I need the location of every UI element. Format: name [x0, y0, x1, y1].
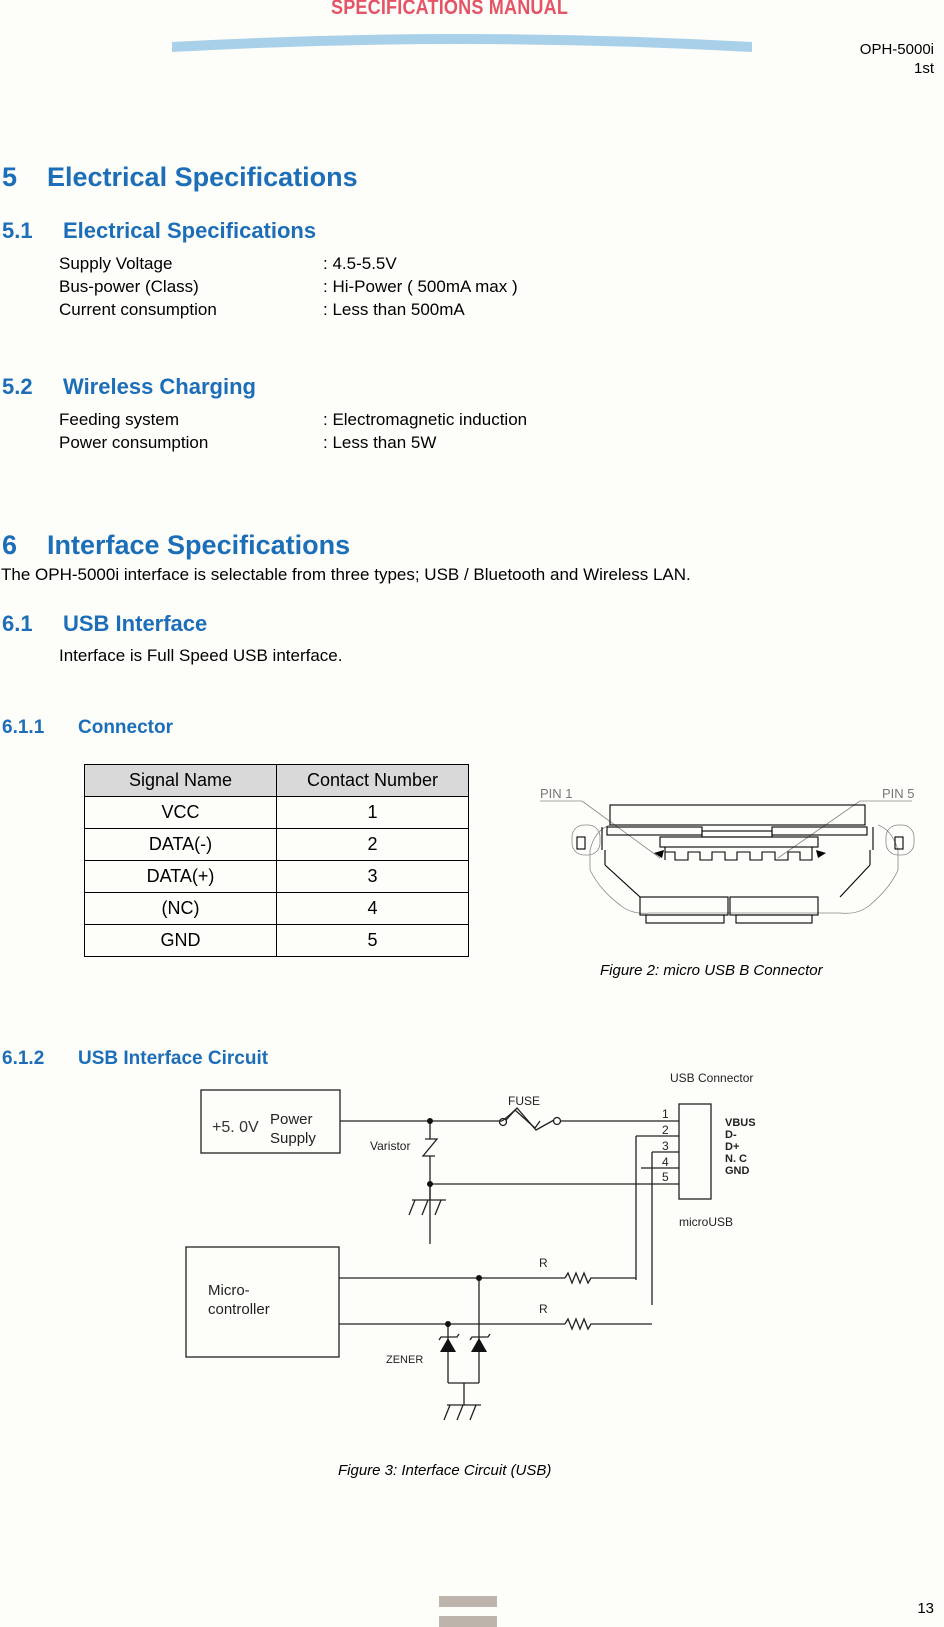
section-number: 6: [2, 530, 18, 560]
zener-diode-icon: [440, 1338, 456, 1352]
banner-title: SPECIFICATIONS MANUAL: [331, 0, 569, 19]
contact-number: 3: [276, 860, 469, 893]
table-header-row: Signal Name Contact Number: [84, 764, 469, 797]
table-row: DATA(+) 3: [84, 860, 469, 893]
table-row: (NC) 4: [84, 892, 469, 925]
section-title: USB Interface: [63, 611, 208, 636]
banner-bar: [172, 34, 752, 52]
signal-label: VBUS: [725, 1117, 756, 1129]
resistor-label: R: [539, 1302, 548, 1316]
section-title: Wireless Charging: [63, 374, 256, 399]
footer-decoration-bar: [439, 1616, 497, 1627]
signal-name: DATA(-): [84, 828, 277, 861]
contact-number: 2: [276, 828, 469, 861]
figure-3-caption: Figure 3: Interface Circuit (USB): [338, 1462, 552, 1479]
section-5-2-heading: 5.2 Wireless Charging: [2, 374, 256, 400]
pin-1-label: PIN 1: [540, 786, 573, 801]
document-id: OPH-5000i 1st: [860, 40, 934, 78]
section-5-1-heading: 5.1 Electrical Specifications: [2, 218, 316, 244]
section-6-1-heading: 6.1 USB Interface: [2, 611, 207, 637]
spec-value: : Less than 500mA: [323, 300, 465, 319]
page-number: 13: [917, 1600, 934, 1617]
section-5-heading: 5 Electrical Specifications: [2, 162, 358, 193]
junction-dot: [427, 1181, 433, 1187]
table-row: VCC 1: [84, 796, 469, 829]
spec-label: Feeding system: [59, 410, 179, 429]
section-6-heading: 6 Interface Specifications: [2, 530, 350, 561]
usb-connector-block: [678, 1103, 712, 1200]
power-label: Power: [270, 1111, 313, 1128]
signal-name: (NC): [84, 892, 277, 925]
spec-value: : Electromagnetic induction: [323, 410, 528, 429]
signal-label: N. C: [725, 1153, 747, 1165]
section-number: 5: [2, 162, 18, 192]
figure-2-caption: Figure 2: micro USB B Connector: [600, 962, 823, 979]
zener-diode-icon: [471, 1338, 487, 1352]
resistor-label: R: [539, 1256, 548, 1270]
mcu-label: Micro-: [208, 1282, 250, 1299]
contact-number: 5: [276, 924, 469, 957]
signal-label: D+: [725, 1141, 739, 1153]
section-number: 6.1.1: [2, 717, 45, 738]
fuse-terminal: [552, 1116, 562, 1126]
column-header: Contact Number: [276, 764, 469, 797]
signal-label: D-: [725, 1129, 737, 1141]
model-number: OPH-5000i: [859, 41, 934, 58]
usb-interface-circuit-diagram: USB Connector +5. 0V Power Supply Varist…: [185, 1071, 756, 1421]
pin-number: 5: [662, 1170, 669, 1184]
table-row: DATA(-) 2: [84, 828, 469, 861]
usb-connector-label: USB Connector: [670, 1071, 753, 1085]
column-header: Signal Name: [84, 764, 277, 797]
pin-number: 4: [662, 1155, 669, 1169]
section-6-1-1-heading: 6.1.1 Connector: [2, 717, 173, 739]
mcu-label: controller: [208, 1301, 270, 1318]
signal-name: DATA(+): [84, 860, 277, 893]
connector-table: Signal Name Contact Number VCC 1 DATA(-)…: [84, 764, 469, 957]
section-number: 5.1: [2, 218, 33, 243]
signal-label: GND: [725, 1165, 750, 1177]
contact-number: 4: [276, 892, 469, 925]
junction-dot: [427, 1118, 433, 1124]
power-voltage-label: +5. 0V: [212, 1119, 259, 1136]
pin-number: 1: [662, 1107, 669, 1121]
pin-number: 2: [662, 1123, 669, 1137]
spec-value: : Less than 5W: [323, 433, 437, 452]
pin-5-label: PIN 5: [882, 786, 915, 801]
section-number: 6.1: [2, 611, 33, 636]
section-6-intro: The OPH-5000i interface is selectable fr…: [1, 565, 691, 584]
table-row: GND 5: [84, 924, 469, 957]
section-title: Electrical Specifications: [47, 162, 358, 192]
section-number: 5.2: [2, 374, 33, 399]
micro-usb-connector-drawing: PIN 1 PIN 5: [540, 786, 915, 924]
junction-dot: [445, 1321, 451, 1327]
section-title: Connector: [78, 717, 173, 738]
varistor-label: Varistor: [370, 1139, 410, 1153]
fuse-label: FUSE: [508, 1094, 540, 1108]
micro-usb-label: microUSB: [679, 1215, 733, 1229]
spec-label: Bus-power (Class): [59, 277, 199, 296]
contact-number: 1: [276, 796, 469, 829]
section-title: Interface Specifications: [47, 530, 351, 560]
spec-label: Power consumption: [59, 433, 209, 452]
spec-label: Supply Voltage: [59, 254, 173, 273]
section-title: Electrical Specifications: [63, 218, 317, 243]
supply-label: Supply: [270, 1130, 316, 1147]
zener-label: ZENER: [386, 1354, 423, 1366]
usb-interface-text: Interface is Full Speed USB interface.: [59, 646, 343, 665]
footer-decoration-bar: [439, 1596, 497, 1607]
spec-value: : Hi-Power ( 500mA max ): [323, 277, 518, 296]
signal-name: VCC: [84, 796, 277, 829]
spec-value: : 4.5-5.5V: [323, 254, 397, 273]
edition: 1st: [913, 60, 934, 77]
pin-number: 3: [662, 1139, 669, 1153]
junction-dot: [476, 1275, 482, 1281]
signal-name: GND: [84, 924, 277, 957]
spec-label: Current consumption: [59, 300, 217, 319]
